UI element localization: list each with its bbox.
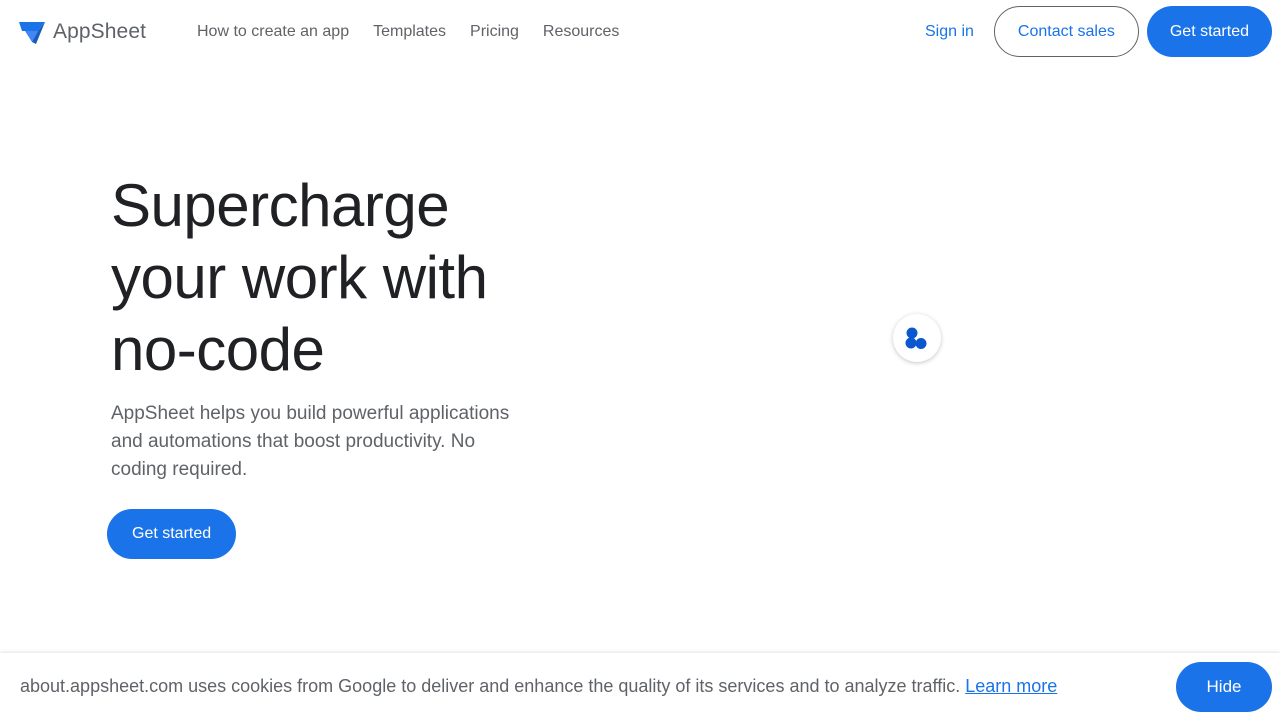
appsheet-logo[interactable]: AppSheet — [19, 20, 146, 44]
nav-item-pricing[interactable]: Pricing — [470, 23, 519, 41]
loading-dots-icon — [905, 327, 927, 349]
hero-subtitle: AppSheet helps you build powerful applic… — [111, 403, 510, 480]
header-get-started-button[interactable]: Get started — [1146, 6, 1272, 57]
hide-cookie-button[interactable]: Hide — [1176, 662, 1272, 712]
cookie-banner: about.appsheet.com uses cookies from Goo… — [0, 653, 1280, 720]
nav-item-resources[interactable]: Resources — [543, 23, 619, 41]
loading-widget — [893, 314, 941, 362]
header-actions: Sign in Contact sales Get started — [925, 6, 1272, 57]
nav-item-templates[interactable]: Templates — [373, 23, 446, 41]
top-header: AppSheet How to create an app Templates … — [0, 0, 1280, 64]
nav-item-how-to-create[interactable]: How to create an app — [197, 23, 349, 41]
appsheet-logo-icon — [19, 22, 45, 44]
cookie-message: about.appsheet.com uses cookies from Goo… — [20, 676, 1057, 697]
hero-title: Supercharge your work with no-code — [111, 172, 488, 383]
hero-get-started-button[interactable]: Get started — [107, 509, 237, 559]
sign-in-link[interactable]: Sign in — [925, 23, 974, 41]
learn-more-link[interactable]: Learn more — [965, 676, 1057, 696]
cookie-text: about.appsheet.com uses cookies from Goo… — [20, 676, 961, 696]
contact-sales-button[interactable]: Contact sales — [993, 6, 1139, 57]
main-nav: How to create an app Templates Pricing R… — [197, 0, 619, 64]
logo-text: AppSheet — [53, 20, 147, 43]
